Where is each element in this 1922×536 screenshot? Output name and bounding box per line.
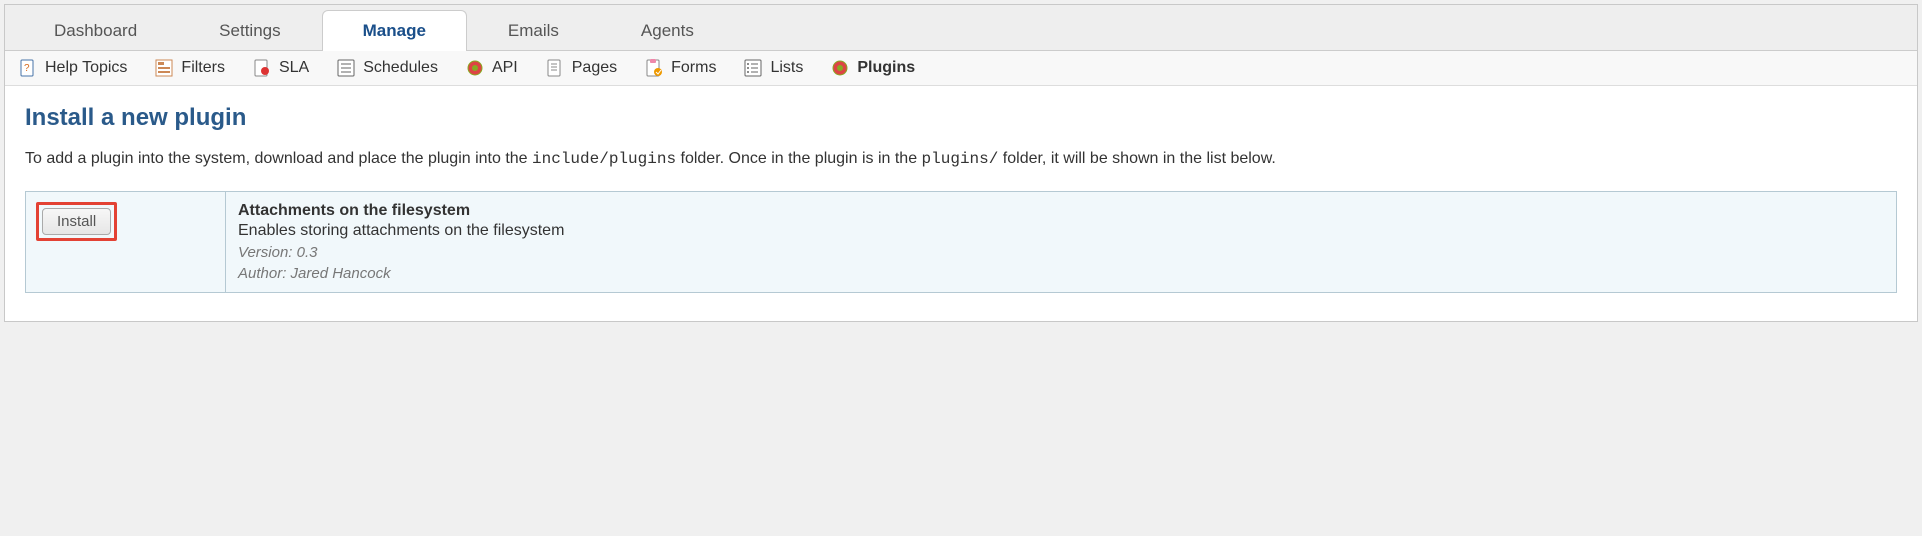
sub-pages-label: Pages bbox=[572, 59, 617, 77]
api-icon bbox=[466, 59, 484, 77]
lists-icon bbox=[744, 59, 762, 77]
help-topics-icon: ? bbox=[19, 59, 37, 77]
code-path-2: plugins/ bbox=[922, 150, 999, 168]
install-highlight: Install bbox=[36, 202, 117, 241]
plugin-details-cell: Attachments on the filesystem Enables st… bbox=[226, 191, 1897, 292]
main-tab-bar: Dashboard Settings Manage Emails Agents bbox=[5, 5, 1917, 51]
tab-emails[interactable]: Emails bbox=[467, 10, 600, 51]
page-title: Install a new plugin bbox=[25, 104, 1897, 132]
sla-icon bbox=[253, 59, 271, 77]
schedules-icon bbox=[337, 59, 355, 77]
sub-filters[interactable]: Filters bbox=[155, 59, 225, 77]
sub-sla[interactable]: SLA bbox=[253, 59, 309, 77]
tab-agents[interactable]: Agents bbox=[600, 10, 735, 51]
content-area: Install a new plugin To add a plugin int… bbox=[5, 86, 1917, 321]
plugin-version: Version: 0.3 bbox=[238, 244, 1884, 261]
sub-nav-bar: ? Help Topics Filters SLA Schedules bbox=[5, 51, 1917, 86]
app-frame: Dashboard Settings Manage Emails Agents … bbox=[4, 4, 1918, 322]
sub-lists[interactable]: Lists bbox=[744, 59, 803, 77]
sub-api-label: API bbox=[492, 59, 518, 77]
sub-help-topics[interactable]: ? Help Topics bbox=[19, 59, 127, 77]
plugin-name: Attachments on the filesystem bbox=[238, 202, 1884, 220]
svg-text:?: ? bbox=[24, 63, 30, 74]
filters-icon bbox=[155, 59, 173, 77]
tab-dashboard[interactable]: Dashboard bbox=[13, 10, 178, 51]
plugin-row: Install Attachments on the filesystem En… bbox=[26, 191, 1897, 292]
sub-forms[interactable]: Forms bbox=[645, 59, 716, 77]
forms-icon bbox=[645, 59, 663, 77]
sub-help-topics-label: Help Topics bbox=[45, 59, 127, 77]
sub-sla-label: SLA bbox=[279, 59, 309, 77]
sub-forms-label: Forms bbox=[671, 59, 716, 77]
plugins-icon bbox=[831, 59, 849, 77]
plugin-table: Install Attachments on the filesystem En… bbox=[25, 191, 1897, 293]
sub-schedules[interactable]: Schedules bbox=[337, 59, 438, 77]
plugin-description: Enables storing attachments on the files… bbox=[238, 222, 1884, 240]
code-path-1: include/plugins bbox=[532, 150, 676, 168]
tab-settings[interactable]: Settings bbox=[178, 10, 321, 51]
page-description: To add a plugin into the system, downloa… bbox=[25, 146, 1897, 173]
sub-plugins-label: Plugins bbox=[857, 59, 915, 77]
pages-icon bbox=[546, 59, 564, 77]
sub-plugins[interactable]: Plugins bbox=[831, 59, 915, 77]
sub-pages[interactable]: Pages bbox=[546, 59, 617, 77]
tab-manage[interactable]: Manage bbox=[322, 10, 467, 51]
install-cell: Install bbox=[26, 191, 226, 292]
sub-filters-label: Filters bbox=[181, 59, 225, 77]
sub-schedules-label: Schedules bbox=[363, 59, 438, 77]
plugin-author: Author: Jared Hancock bbox=[238, 265, 1884, 282]
sub-lists-label: Lists bbox=[770, 59, 803, 77]
sub-api[interactable]: API bbox=[466, 59, 518, 77]
install-button[interactable]: Install bbox=[42, 208, 111, 235]
